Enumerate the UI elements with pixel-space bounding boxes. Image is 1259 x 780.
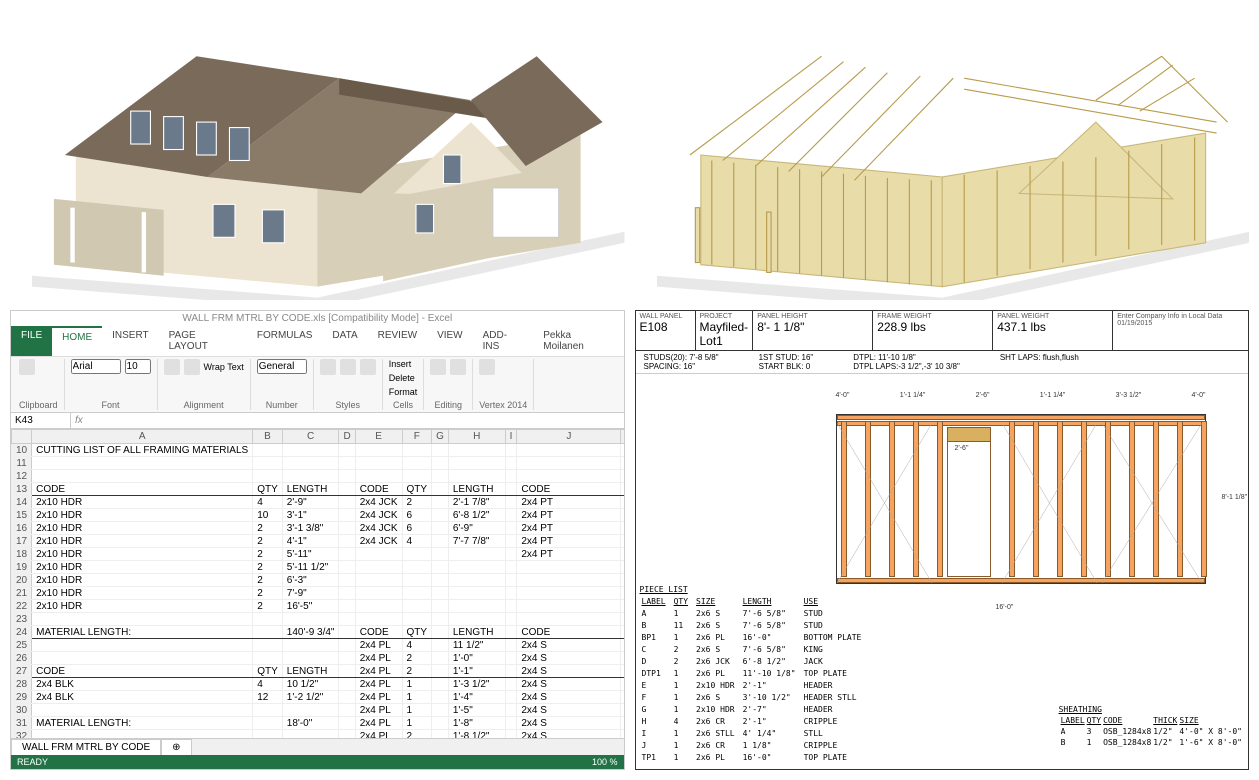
wall-panel-drawing: WALL PANELE108 PROJECTMayfiled-Lot1 PANE…	[635, 310, 1250, 770]
sheet-add-btn[interactable]: ⊕	[161, 739, 191, 755]
tab-review[interactable]: REVIEW	[368, 326, 427, 356]
tab-home[interactable]: HOME	[52, 326, 102, 356]
save-flow-icon[interactable]	[479, 359, 495, 375]
ribbon-tabs: FILE HOME INSERT PAGE LAYOUT FORMULAS DA…	[11, 326, 624, 357]
project-name: Mayfiled-Lot1	[700, 320, 749, 348]
name-box[interactable]: K43	[11, 413, 71, 428]
excel-window: WALL FRM MTRL BY CODE.xls [Compatibility…	[10, 310, 625, 770]
group-vertex: Vertex 2014	[479, 400, 527, 410]
project-lbl: PROJECT	[700, 313, 749, 320]
panel-height-lbl: PANEL HEIGHT	[757, 313, 868, 320]
overall-width: 16'-0"	[996, 604, 1014, 611]
panel-height: 8'- 1 1/8"	[757, 320, 868, 334]
group-cells: Cells	[389, 400, 418, 410]
top-plate	[837, 415, 1205, 420]
spreadsheet-grid[interactable]: ABCDEFGHIJKL10CUTTING LIST OF ALL FRAMIN…	[11, 429, 624, 738]
door-opening	[947, 427, 991, 577]
insert-btn[interactable]: Insert	[389, 359, 412, 369]
delete-btn[interactable]: Delete	[389, 373, 415, 383]
font-size-select[interactable]	[125, 359, 151, 374]
wall-panel-id: E108	[640, 320, 691, 334]
framing-panel	[635, 10, 1250, 300]
drawing-params: STUDS(20): 7'-8 5/8"SPACING: 16" 1ST STU…	[636, 351, 1249, 374]
sheet-tab[interactable]: WALL FRM MTRL BY CODE	[11, 739, 161, 755]
group-font: Font	[71, 400, 151, 410]
rendered-house-panel	[10, 10, 625, 300]
formula-bar-fx: fx	[71, 413, 87, 428]
tab-view[interactable]: VIEW	[427, 326, 473, 356]
sort-filter-icon[interactable]	[430, 359, 446, 375]
company-lbl: Enter Company Info in Local Data	[1117, 313, 1249, 320]
align-center-icon[interactable]	[184, 359, 200, 375]
tab-formulas[interactable]: FORMULAS	[247, 326, 323, 356]
tab-pagelayout[interactable]: PAGE LAYOUT	[159, 326, 247, 356]
format-btn[interactable]: Format	[389, 387, 418, 397]
dim-run: 4'-0" 1'-1 1/4" 2'-6" 1'-1 1/4" 3'-3 1/2…	[836, 392, 1206, 399]
group-clipboard: Clipboard	[19, 400, 58, 410]
bottom-plate	[837, 578, 1205, 583]
group-number: Number	[257, 400, 307, 410]
sheathing-list: SHEATHING LABELQTYCODETHICKSIZEA3OSB_128…	[1059, 705, 1244, 749]
user-name: Pekka Moilanen	[533, 326, 623, 356]
drawing-body: 4'-0" 1'-1 1/4" 2'-6" 1'-1 1/4" 3'-3 1/2…	[636, 374, 1249, 769]
tab-file[interactable]: FILE	[11, 326, 52, 356]
panel-weight-lbl: PANEL WEIGHT	[997, 313, 1108, 320]
format-table-icon[interactable]	[340, 359, 356, 375]
font-family-select[interactable]	[71, 359, 121, 374]
wall-panel-lbl: WALL PANEL	[640, 313, 691, 320]
paste-icon[interactable]	[19, 359, 35, 375]
align-left-icon[interactable]	[164, 359, 180, 375]
drawing-date: 01/19/2015	[1117, 320, 1249, 327]
cond-format-icon[interactable]	[320, 359, 336, 375]
house-rendering	[10, 10, 625, 300]
group-alignment: Alignment	[164, 400, 244, 410]
wall-frame-elevation: 2'-6"	[836, 414, 1206, 584]
formula-bar[interactable]	[87, 413, 624, 428]
group-styles: Styles	[320, 400, 376, 410]
tab-data[interactable]: DATA	[322, 326, 367, 356]
zoom-level[interactable]: 100 %	[592, 757, 618, 767]
framing-rendering	[635, 10, 1250, 300]
door-width: 2'-6"	[955, 445, 969, 452]
overall-height: 8'-1 1/8"	[1222, 494, 1248, 501]
status-ready: READY	[17, 757, 48, 767]
piece-list: PIECE LIST LABELQTYSIZELENGTHUSEA12x6 S7…	[640, 585, 870, 765]
cell-styles-icon[interactable]	[360, 359, 376, 375]
frame-weight: 228.9 lbs	[877, 320, 988, 334]
panel-weight: 437.1 lbs	[997, 320, 1108, 334]
find-select-icon[interactable]	[450, 359, 466, 375]
frame-weight-lbl: FRAME WEIGHT	[877, 313, 988, 320]
header	[948, 428, 990, 442]
excel-title: WALL FRM MTRL BY CODE.xls [Compatibility…	[11, 311, 624, 326]
group-editing: Editing	[430, 400, 466, 410]
tab-addins[interactable]: ADD-INS	[473, 326, 534, 356]
tab-insert[interactable]: INSERT	[102, 326, 159, 356]
ribbon: Clipboard Font Wrap TextAlignment Number…	[11, 357, 624, 413]
number-format-select[interactable]	[257, 359, 307, 374]
